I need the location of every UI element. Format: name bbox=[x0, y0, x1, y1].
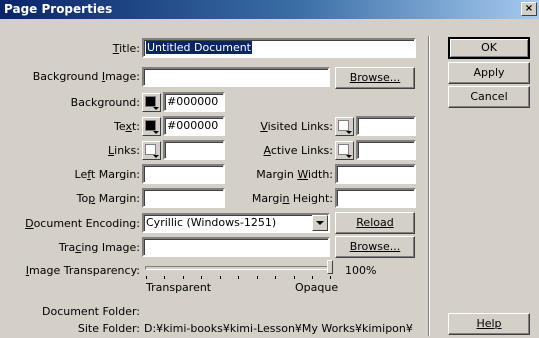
text-color-chip bbox=[145, 120, 156, 131]
links-color-chip bbox=[145, 144, 156, 155]
transparency-slider-track[interactable] bbox=[145, 266, 333, 270]
background-color-swatch[interactable] bbox=[142, 93, 161, 112]
tracing-image-label: Tracing Image: bbox=[58, 241, 140, 254]
browse-background-button[interactable]: Browse... bbox=[335, 67, 415, 89]
close-icon[interactable]: × bbox=[521, 2, 537, 16]
help-label: Help bbox=[476, 317, 502, 330]
left-margin-label: Left Margin: bbox=[74, 168, 140, 181]
transparency-min-label: Transparent bbox=[146, 281, 212, 294]
margin-width-input[interactable] bbox=[335, 164, 416, 184]
slider-tick bbox=[275, 276, 276, 279]
transparency-percent: 100% bbox=[345, 264, 377, 277]
background-label: Background: bbox=[70, 96, 140, 109]
transparency-slider-thumb[interactable] bbox=[327, 260, 333, 274]
ok-button[interactable]: OK bbox=[448, 37, 530, 59]
button-separator bbox=[428, 36, 430, 336]
swatch-dropdown-icon bbox=[346, 155, 352, 158]
text-color-input[interactable]: #000000 bbox=[163, 116, 225, 136]
active-links-label: Active Links: bbox=[263, 144, 334, 157]
transparency-max-label: Opaque bbox=[295, 281, 339, 294]
tracing-image-input[interactable] bbox=[142, 237, 330, 257]
active-links-color-chip bbox=[338, 144, 349, 155]
top-margin-label: Top Margin: bbox=[76, 192, 140, 205]
browse-tracing-button[interactable]: Browse... bbox=[335, 236, 415, 258]
slider-tick bbox=[238, 276, 239, 279]
active-links-color-input[interactable] bbox=[356, 140, 416, 160]
swatch-dropdown-icon bbox=[153, 107, 159, 110]
document-folder-label: Document Folder: bbox=[42, 305, 140, 318]
left-margin-input[interactable] bbox=[142, 164, 225, 184]
swatch-dropdown-icon bbox=[153, 155, 159, 158]
visited-links-color-chip bbox=[338, 120, 349, 131]
reload-label: Reload bbox=[356, 216, 394, 229]
text-label: Text: bbox=[114, 120, 140, 133]
margin-height-input[interactable] bbox=[335, 188, 416, 208]
title-label-rest: itle: bbox=[119, 42, 140, 55]
margin-width-label: Margin Width: bbox=[256, 168, 333, 181]
active-links-color-swatch[interactable] bbox=[335, 141, 354, 160]
title-input[interactable]: Untitled Document bbox=[142, 38, 416, 58]
background-image-input[interactable] bbox=[142, 67, 330, 87]
links-color-input[interactable] bbox=[163, 140, 225, 160]
links-label: Links: bbox=[108, 144, 140, 157]
slider-tick bbox=[220, 276, 221, 279]
margin-height-label: Margin Height: bbox=[251, 192, 333, 205]
browse-background-label: Browse... bbox=[349, 71, 401, 84]
help-button[interactable]: Help bbox=[448, 313, 530, 335]
swatch-dropdown-icon bbox=[153, 131, 159, 134]
text-color-swatch[interactable] bbox=[142, 117, 161, 136]
swatch-dropdown-icon bbox=[346, 131, 352, 134]
apply-button[interactable]: Apply bbox=[448, 62, 530, 84]
site-folder-value: D:¥kimi-books¥kimi-Lesson¥My Works¥kimip… bbox=[144, 322, 413, 335]
background-image-label: Background Image: bbox=[32, 70, 140, 83]
document-encoding-value: Cyrillic (Windows-1251) bbox=[146, 216, 277, 229]
reload-button[interactable]: Reload bbox=[335, 212, 415, 234]
slider-tick bbox=[257, 276, 258, 279]
visited-links-color-swatch[interactable] bbox=[335, 117, 354, 136]
visited-links-color-input[interactable] bbox=[356, 116, 416, 136]
site-folder-label: Site Folder: bbox=[77, 322, 140, 335]
title-input-value: Untitled Document bbox=[146, 41, 252, 54]
top-margin-input[interactable] bbox=[142, 188, 225, 208]
background-color-chip bbox=[145, 96, 156, 107]
image-transparency-label: Image Transparency: bbox=[25, 264, 140, 277]
browse-tracing-label: Browse... bbox=[349, 240, 401, 253]
background-color-input[interactable]: #000000 bbox=[163, 92, 225, 112]
window-title: Page Properties bbox=[4, 2, 113, 16]
title-label: Title: bbox=[112, 42, 140, 55]
visited-links-label: Visited Links: bbox=[260, 120, 333, 133]
document-encoding-select[interactable]: Cyrillic (Windows-1251) bbox=[142, 213, 330, 233]
chevron-down-icon[interactable] bbox=[312, 215, 328, 231]
document-encoding-label: Document Encoding: bbox=[25, 217, 140, 230]
links-color-swatch[interactable] bbox=[142, 141, 161, 160]
title-bar: Page Properties × bbox=[0, 0, 539, 19]
cancel-button[interactable]: Cancel bbox=[448, 86, 530, 108]
